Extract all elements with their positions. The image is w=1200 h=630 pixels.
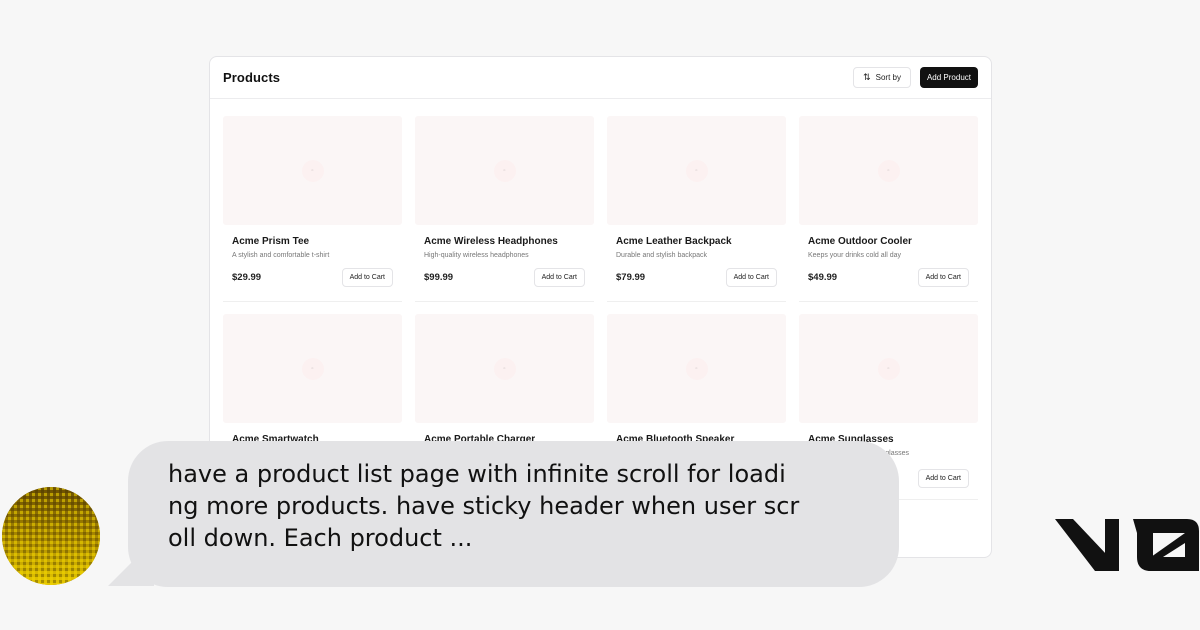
product-image: ▫ [607, 116, 786, 225]
chat-message-text: have a product list page with infinite s… [168, 460, 800, 552]
product-price: $29.99 [232, 272, 262, 283]
product-name: Acme Outdoor Cooler [808, 236, 912, 247]
product-card[interactable]: ▫ Acme Wireless Headphones High-quality … [415, 116, 594, 302]
product-image: ▫ [415, 314, 594, 423]
header-actions: ⇅ Sort by Add Product [853, 67, 978, 88]
image-placeholder-icon: ▫ [685, 159, 708, 182]
image-placeholder-icon: ▫ [877, 159, 900, 182]
add-to-cart-button[interactable]: Add to Cart [725, 268, 777, 287]
sort-arrows-icon: ⇅ [863, 72, 871, 82]
add-to-cart-button[interactable]: Add to Cart [341, 268, 393, 287]
product-description: Durable and stylish backpack [616, 252, 708, 259]
image-placeholder-icon: ▫ [493, 357, 516, 380]
product-price: $79.99 [616, 272, 646, 283]
product-image: ▫ [799, 116, 978, 225]
pixel-gradient-avatar [2, 487, 100, 585]
product-price: $99.99 [424, 272, 454, 283]
add-to-cart-button[interactable]: Add to Cart [533, 268, 585, 287]
v0-logo-icon [1055, 519, 1199, 571]
image-placeholder-icon: ▫ [301, 357, 324, 380]
product-image: ▫ [223, 314, 402, 423]
product-name: Acme Wireless Headphones [424, 236, 558, 247]
product-card[interactable]: ▫ Acme Outdoor Cooler Keeps your drinks … [799, 116, 978, 302]
product-card[interactable]: ▫ Acme Leather Backpack Durable and styl… [607, 116, 786, 302]
image-placeholder-icon: ▫ [685, 357, 708, 380]
sort-button-label: Sort by [875, 73, 901, 82]
image-placeholder-icon: ▫ [301, 159, 324, 182]
v0-logo [1055, 505, 1200, 580]
user-avatar [2, 487, 100, 585]
add-to-cart-button[interactable]: Add to Cart [917, 268, 969, 287]
product-image: ▫ [223, 116, 402, 225]
product-image: ▫ [799, 314, 978, 423]
page-title: Products [223, 70, 281, 85]
chat-message-bubble: have a product list page with infinite s… [128, 441, 899, 587]
image-placeholder-icon: ▫ [877, 357, 900, 380]
product-name: Acme Prism Tee [232, 236, 310, 247]
product-image: ▫ [415, 116, 594, 225]
image-placeholder-icon: ▫ [493, 159, 516, 182]
sort-button[interactable]: ⇅ Sort by [853, 67, 911, 88]
product-name: Acme Leather Backpack [616, 236, 732, 247]
product-price: $49.99 [808, 272, 838, 283]
product-description: Keeps your drinks cold all day [808, 252, 901, 259]
sticky-header: Products ⇅ Sort by Add Product [210, 57, 991, 99]
add-to-cart-button[interactable]: Add to Cart [917, 469, 969, 488]
product-image: ▫ [607, 314, 786, 423]
add-product-button[interactable]: Add Product [919, 67, 978, 88]
product-card[interactable]: ▫ Acme Prism Tee A stylish and comfortab… [223, 116, 402, 302]
product-description: A stylish and comfortable t-shirt [232, 252, 330, 259]
product-description: High-quality wireless headphones [424, 252, 529, 259]
